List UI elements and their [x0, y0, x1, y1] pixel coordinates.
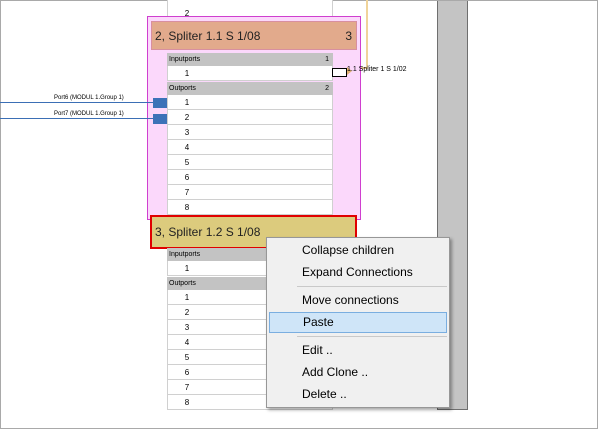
row-number: 2	[184, 308, 190, 317]
row-number: 3	[184, 128, 190, 137]
port-connector[interactable]	[153, 114, 167, 124]
row-number: 5	[184, 353, 190, 362]
wire-port6[interactable]	[0, 102, 153, 103]
menu-item-add-clone[interactable]: Add Clone ..	[269, 362, 447, 383]
outports-label: Outports	[169, 85, 196, 92]
table-row[interactable]: 1	[167, 95, 333, 110]
table-row[interactable]: 2	[167, 110, 333, 125]
inputports-count: 1	[325, 56, 329, 63]
row-number: 7	[184, 188, 190, 197]
row-number: 6	[184, 173, 190, 182]
context-menu: Collapse children Expand Connections Mov…	[266, 237, 450, 408]
row-number: 8	[184, 398, 190, 407]
outports-label: Outports	[169, 280, 196, 287]
menu-item-collapse-children[interactable]: Collapse children	[269, 240, 447, 261]
node-count: 3	[345, 29, 352, 43]
row-number: 6	[184, 368, 190, 377]
row-number: 1	[184, 69, 190, 78]
wire-port7[interactable]	[0, 118, 153, 119]
menu-item-edit[interactable]: Edit ..	[269, 340, 447, 361]
row-number: 4	[184, 143, 190, 152]
menu-separator	[297, 286, 447, 287]
row-number: 1	[184, 264, 190, 273]
table-row[interactable]: 1	[167, 66, 333, 81]
wire-label: Port7 (MODUL 1.Group 1)	[54, 111, 124, 117]
table-row[interactable]: 6	[167, 170, 333, 185]
menu-item-delete[interactable]: Delete ..	[269, 384, 447, 405]
connection-line	[366, 0, 368, 68]
outports-count: 2	[325, 85, 329, 92]
row-number: 3	[184, 323, 190, 332]
inputports-header[interactable]: Inputports 1	[167, 53, 333, 66]
node-title[interactable]: 2, Spliter 1.1 S 1/08 3	[151, 21, 357, 50]
row-number: 2	[184, 113, 190, 122]
menu-separator	[297, 336, 447, 337]
menu-item-paste[interactable]: Paste	[269, 312, 447, 333]
menu-item-move-connections[interactable]: Move connections	[269, 290, 447, 311]
row-number: 4	[184, 338, 190, 347]
row-number: 8	[184, 203, 190, 212]
row-number: 1	[184, 293, 190, 302]
node-title-text: 3, Spliter 1.2 S 1/08	[155, 225, 261, 239]
port-connector[interactable]	[153, 98, 167, 108]
connection-label: 1.1 Spliter 1 S 1/02	[347, 66, 407, 73]
wire-label: Port6 (MODUL 1.Group 1)	[54, 95, 124, 101]
row-number: 1	[184, 98, 190, 107]
inputports-label: Inputports	[169, 251, 201, 258]
row-number: 7	[184, 383, 190, 392]
table-row[interactable]: 5	[167, 155, 333, 170]
outports-header[interactable]: Outports 2	[167, 82, 333, 95]
table-row[interactable]: 4	[167, 140, 333, 155]
inputports-label: Inputports	[169, 56, 201, 63]
table-row[interactable]: 8	[167, 200, 333, 215]
connection-endpoint[interactable]	[332, 68, 347, 77]
node-title-text: 2, Spliter 1.1 S 1/08	[155, 29, 261, 43]
divider	[437, 409, 468, 410]
table-row[interactable]: 3	[167, 125, 333, 140]
row-number: 5	[184, 158, 190, 167]
table-row[interactable]: 7	[167, 185, 333, 200]
menu-item-expand-connections[interactable]: Expand Connections	[269, 262, 447, 283]
